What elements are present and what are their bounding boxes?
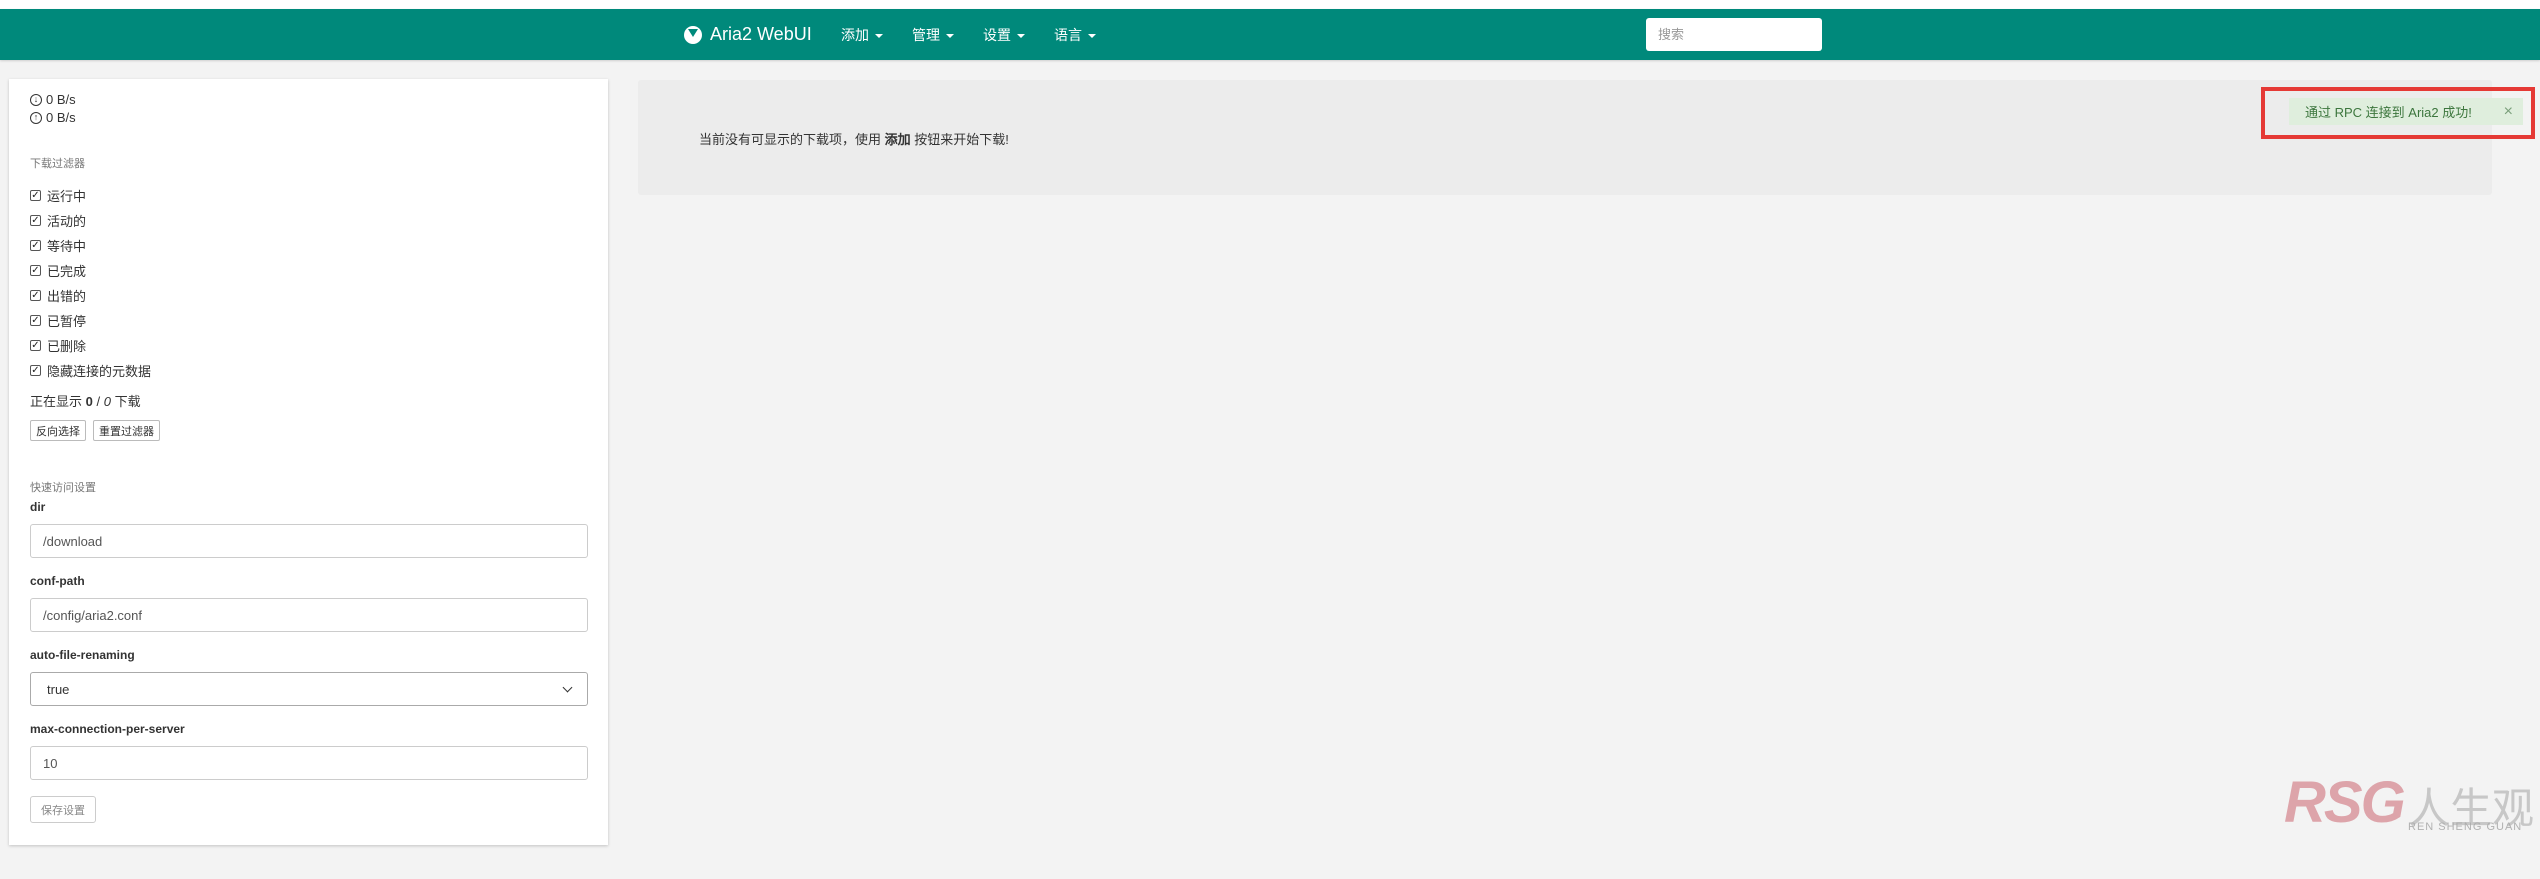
search-input[interactable] [1646,18,1822,51]
auto-file-renaming-value: true [47,681,70,697]
showing-suffix: 下载 [114,394,141,409]
filter-active[interactable]: ✓ 活动的 [30,211,86,230]
toast-message: 通过 RPC 连接到 Aria2 成功! [2305,105,2472,120]
menu-manage[interactable]: 管理 [912,9,954,60]
max-connection-input[interactable]: 10 [30,746,588,780]
save-settings-button[interactable]: 保存设置 [30,796,96,823]
menu-add-label: 添加 [841,26,869,43]
filter-label: 等待中 [47,239,87,254]
arrow-up-circle-icon: ↑ [30,111,42,124]
invert-selection-button[interactable]: 反向选择 [30,420,86,441]
field-label-max-connection: max-connection-per-server [30,722,185,736]
filter-label: 活动的 [47,214,87,229]
caret-down-icon [1017,33,1025,38]
rpc-success-toast: 通过 RPC 连接到 Aria2 成功! × [2289,98,2523,125]
filter-label: 出错的 [47,289,87,304]
quick-settings-title: 快速访问设置 [30,482,96,494]
watermark-english: REN SHENG GUAN [2408,821,2523,833]
download-circle-icon [684,25,702,44]
filter-label: 已暂停 [47,314,87,329]
caret-down-icon [1088,33,1096,38]
showing-total-value: 0 [103,394,111,409]
showing-count-value: 0 [85,394,93,409]
chevron-down-icon [562,682,573,693]
dir-input[interactable]: /download [30,524,588,558]
filter-label: 已完成 [47,264,87,279]
showing-separator: / [96,394,101,409]
arrow-down-circle-icon: ↓ [30,93,42,106]
upload-speed-value: 0 B/s [46,110,76,125]
watermark: RSG 人生观 REN SHENG GUAN [2284,770,2540,841]
menu-settings-label: 设置 [983,26,1011,43]
empty-message-prefix: 当前没有可显示的下载项，使用 [699,132,882,147]
filter-label: 已删除 [47,339,87,354]
checkbox-checked-icon[interactable]: ✓ [30,365,41,376]
empty-message-add: 添加 [884,132,911,147]
download-speed: ↓ 0 B/s [30,92,76,107]
showing-prefix: 正在显示 [30,394,83,409]
filter-section-title: 下载过滤器 [30,158,85,170]
checkbox-checked-icon[interactable]: ✓ [30,240,41,251]
filter-running[interactable]: ✓ 运行中 [30,186,86,205]
menu-settings[interactable]: 设置 [983,9,1025,60]
sidebar: ↓ 0 B/s ↑ 0 B/s 下载过滤器 ✓ 运行中 ✓ 活动的 ✓ 等待中 … [9,79,608,845]
menu-add[interactable]: 添加 [841,9,883,60]
showing-count: 正在显示 0 / 0 下载 [30,391,141,410]
download-speed-value: 0 B/s [46,92,76,107]
field-label-auto-file-renaming: auto-file-renaming [30,648,135,662]
download-list-panel: 当前没有可显示的下载项，使用 添加 按钮来开始下载! [638,80,2492,195]
empty-message: 当前没有可显示的下载项，使用 添加 按钮来开始下载! [699,129,1009,148]
filter-complete[interactable]: ✓ 已完成 [30,261,86,280]
watermark-logo: RSG [2284,770,2406,835]
checkbox-checked-icon[interactable]: ✓ [30,215,41,226]
menu-manage-label: 管理 [912,26,940,43]
field-label-conf-path: conf-path [30,574,85,588]
filter-removed[interactable]: ✓ 已删除 [30,336,86,355]
menu-language[interactable]: 语言 [1054,9,1096,60]
brand-title: Aria2 WebUI [710,24,812,44]
reset-filters-button[interactable]: 重置过滤器 [93,420,160,441]
navbar: Aria2 WebUI 添加 管理 设置 语言 [0,9,2540,60]
filter-label: 运行中 [47,189,87,204]
conf-path-input[interactable]: /config/aria2.conf [30,598,588,632]
menu-language-label: 语言 [1054,26,1082,43]
checkbox-checked-icon[interactable]: ✓ [30,265,41,276]
filter-hide-metadata[interactable]: ✓ 隐藏连接的元数据 [30,361,151,380]
checkbox-checked-icon[interactable]: ✓ [30,315,41,326]
empty-message-suffix: 按钮来开始下载! [914,132,1009,147]
caret-down-icon [875,33,883,38]
field-label-dir: dir [30,500,46,514]
close-icon[interactable]: × [2504,103,2513,121]
brand[interactable]: Aria2 WebUI [684,9,812,60]
checkbox-checked-icon[interactable]: ✓ [30,290,41,301]
filter-paused[interactable]: ✓ 已暂停 [30,311,86,330]
filter-error[interactable]: ✓ 出错的 [30,286,86,305]
checkbox-checked-icon[interactable]: ✓ [30,340,41,351]
checkbox-checked-icon[interactable]: ✓ [30,190,41,201]
filter-label: 隐藏连接的元数据 [47,364,152,379]
upload-speed: ↑ 0 B/s [30,110,76,125]
caret-down-icon [946,33,954,38]
filter-waiting[interactable]: ✓ 等待中 [30,236,86,255]
top-strip [0,0,2540,9]
auto-file-renaming-select[interactable]: true [30,672,588,706]
